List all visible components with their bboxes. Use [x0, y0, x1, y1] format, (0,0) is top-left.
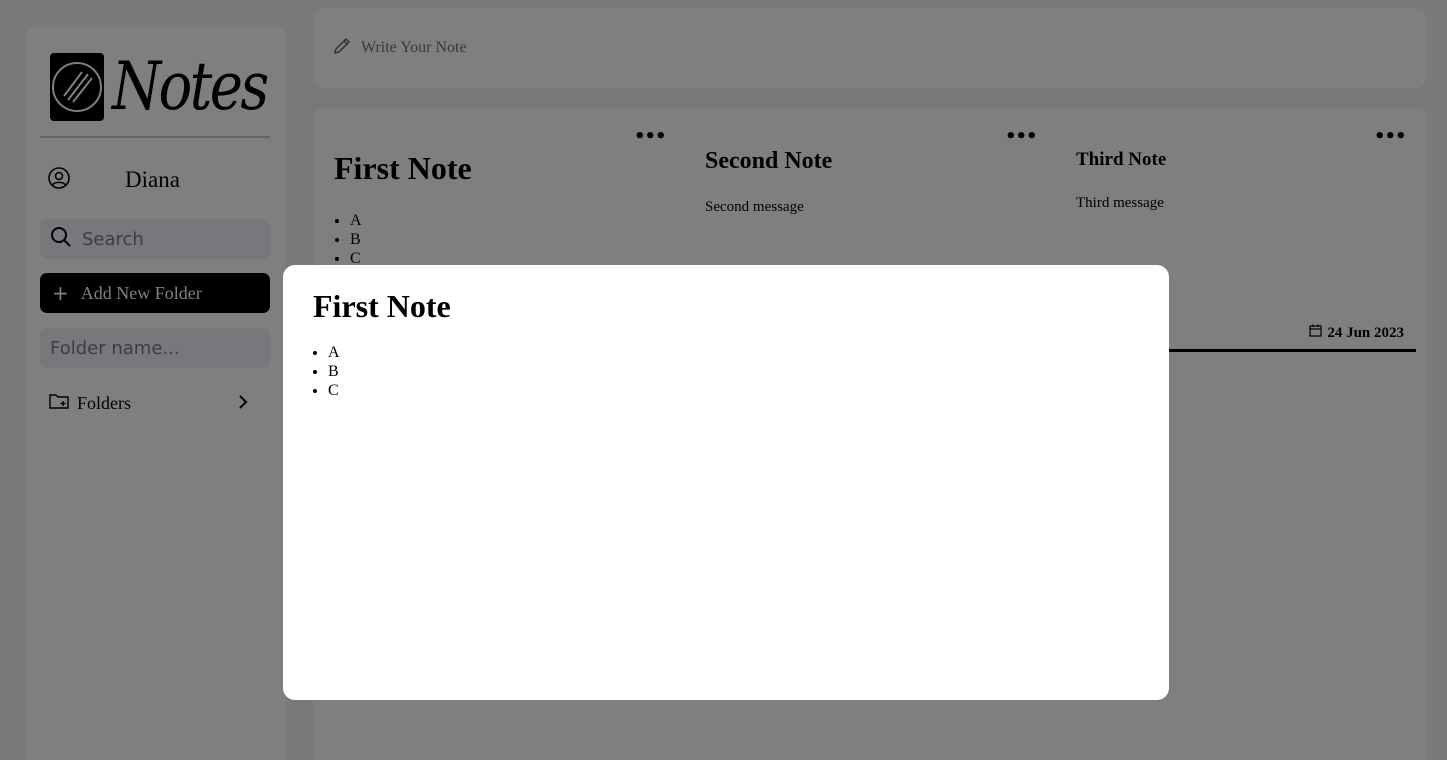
modal-title: First Note: [313, 288, 451, 324]
modal-list: A B C: [313, 343, 1139, 400]
list-item: B: [328, 362, 1139, 381]
list-item: C: [328, 381, 1139, 400]
list-item: A: [328, 343, 1139, 362]
note-modal: First Note A B C: [283, 265, 1169, 700]
